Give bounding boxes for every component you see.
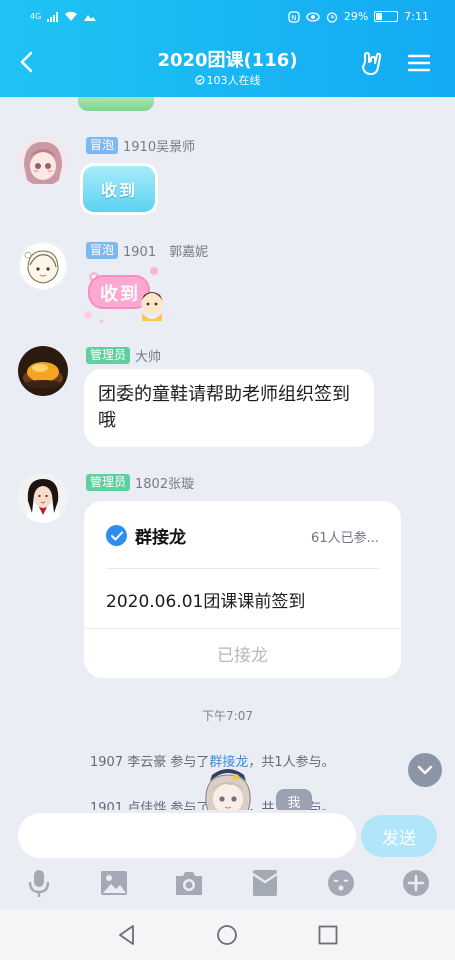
- toolbar: [0, 868, 455, 902]
- group-title[interactable]: 2020团课(116): [0, 46, 455, 72]
- nfc-icon: N: [288, 10, 300, 23]
- svg-text:N: N: [291, 14, 296, 22]
- online-count: 103人在线: [206, 74, 261, 87]
- card-content: 2020.06.01团课课前签到: [106, 592, 306, 612]
- divider: [84, 628, 401, 629]
- camera-icon[interactable]: [174, 868, 204, 898]
- system-notice: 1907 李云豪 参与了群接龙，共1人参与。: [90, 751, 335, 770]
- menu-icon[interactable]: [408, 54, 430, 72]
- wifi-icon: [65, 11, 78, 21]
- message-input[interactable]: [18, 813, 356, 858]
- notice-text: ，共1人参与。: [248, 755, 335, 770]
- participant-count: 61人已参...: [311, 531, 379, 546]
- signal-icon: [47, 11, 59, 22]
- solitaire-link[interactable]: 群接龙: [209, 755, 248, 770]
- notice-text: 1907 李云豪 参与了: [90, 755, 210, 770]
- admin-badge: 管理员: [86, 347, 131, 364]
- floating-avatar[interactable]: [200, 769, 256, 810]
- microphone-icon[interactable]: [24, 868, 54, 898]
- avatar[interactable]: [18, 346, 68, 396]
- sender-name[interactable]: 1901 郭嘉妮: [123, 241, 208, 260]
- alarm-icon: [326, 11, 337, 23]
- solitaire-card[interactable]: 群接龙 61人已参... 2020.06.01团课课前签到 已接龙: [84, 501, 401, 678]
- battery-icon: [374, 11, 399, 22]
- navigation-bar: [0, 910, 455, 960]
- admin-badge: 管理员: [86, 474, 131, 491]
- online-clock-icon: [194, 75, 205, 85]
- scroll-down-button[interactable]: [408, 753, 442, 787]
- emoji-icon[interactable]: [326, 868, 356, 898]
- sender-name[interactable]: 大帅: [135, 346, 161, 365]
- sender-name[interactable]: 1910吴景师: [123, 136, 195, 155]
- status-bar: 4G N 29% 7:11: [0, 9, 455, 27]
- sticker-message[interactable]: 收到: [80, 163, 158, 215]
- message-bubble[interactable]: 团委的童鞋请帮助老师组织签到哦: [84, 369, 374, 447]
- input-bar: 发送: [0, 810, 455, 910]
- member-badge: 冒泡: [86, 137, 119, 154]
- check-icon: [106, 525, 127, 546]
- rock-hand-icon[interactable]: [359, 51, 385, 77]
- partial-sticker: [78, 97, 154, 111]
- network-label: 4G: [30, 12, 42, 21]
- plus-icon[interactable]: [401, 868, 431, 898]
- chevron-down-icon: [417, 765, 433, 775]
- nav-recents-icon[interactable]: [317, 924, 339, 946]
- send-button[interactable]: 发送: [361, 815, 437, 857]
- avatar[interactable]: [18, 241, 68, 291]
- cloud-icon: [84, 14, 97, 21]
- clock: 7:11: [404, 10, 429, 23]
- member-badge: 冒泡: [86, 242, 119, 259]
- image-icon[interactable]: [99, 868, 129, 898]
- nav-home-icon[interactable]: [216, 924, 238, 946]
- battery-percent: 29%: [343, 10, 369, 23]
- sticker-text: 收到: [83, 166, 155, 212]
- divider: [106, 568, 379, 569]
- avatar[interactable]: [18, 136, 68, 186]
- sticker-text: 收到: [100, 284, 140, 305]
- sticker-message[interactable]: 收到: [80, 263, 166, 327]
- me-tag: 我: [276, 789, 312, 810]
- avatar[interactable]: [18, 473, 68, 523]
- eye-icon: [306, 11, 320, 22]
- timestamp: 下午7:07: [202, 709, 253, 723]
- top-bar: 4G N 29% 7:11 2020团课(116) 103人在线: [0, 0, 455, 97]
- card-title: 群接龙: [135, 528, 186, 548]
- joined-button[interactable]: 已接龙: [84, 641, 401, 666]
- nav-back-icon[interactable]: [116, 924, 138, 946]
- sender-name[interactable]: 1802张璇: [135, 473, 194, 492]
- chat-list[interactable]: 冒泡 1910吴景师 收到 冒泡 1901 郭嘉妮 收到 管理员 大帅 团委的童…: [0, 97, 455, 810]
- red-packet-icon[interactable]: [250, 868, 280, 898]
- online-status: 103人在线: [0, 72, 455, 88]
